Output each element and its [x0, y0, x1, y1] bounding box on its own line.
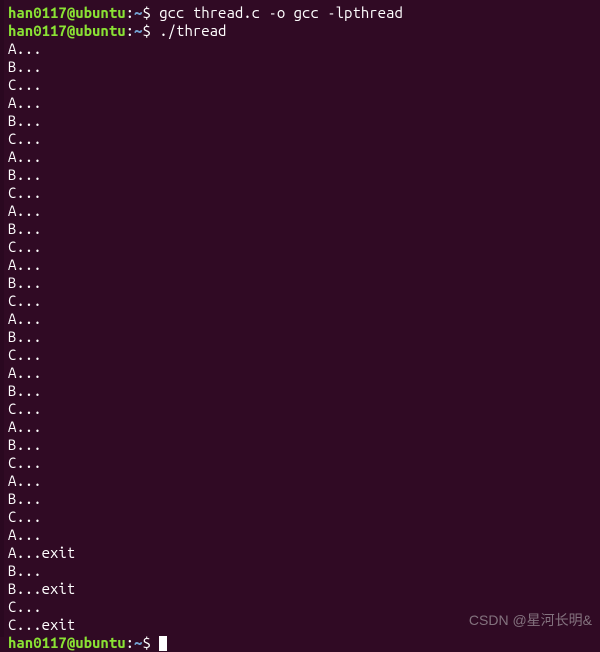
output-line: C...	[8, 454, 592, 472]
output-line: A...	[8, 526, 592, 544]
output-line: C...	[8, 130, 592, 148]
prompt-user: han0117	[8, 22, 67, 39]
output-line: B...exit	[8, 580, 592, 598]
output-line: A...	[8, 310, 592, 328]
terminal-output-area[interactable]: han0117@ubuntu:~$ gcc thread.c -o gcc -l…	[8, 4, 592, 652]
output-line: B...	[8, 562, 592, 580]
output-line: A...	[8, 418, 592, 436]
output-line: C...	[8, 238, 592, 256]
output-line: A...exit	[8, 544, 592, 562]
command-text: gcc thread.c -o gcc -lpthread	[159, 4, 403, 21]
output-line: B...	[8, 58, 592, 76]
output-line: B...	[8, 382, 592, 400]
output-line: C...	[8, 292, 592, 310]
output-line: B...	[8, 112, 592, 130]
output-line: C...	[8, 184, 592, 202]
prompt-dollar: $	[142, 22, 159, 39]
output-line: B...	[8, 274, 592, 292]
prompt-user: han0117	[8, 4, 67, 21]
output-line: B...	[8, 220, 592, 238]
command-text: ./thread	[159, 22, 226, 39]
prompt-host: ubuntu	[75, 4, 125, 21]
output-line: C...	[8, 508, 592, 526]
output-line: C...	[8, 400, 592, 418]
prompt-at: @	[67, 22, 75, 39]
cursor-icon	[159, 636, 167, 651]
output-line: A...	[8, 40, 592, 58]
window-border	[0, 0, 4, 637]
prompt-colon: :	[126, 4, 134, 21]
output-line: A...	[8, 148, 592, 166]
output-line: A...	[8, 364, 592, 382]
output-line: A...	[8, 472, 592, 490]
output-line: B...	[8, 328, 592, 346]
output-line: B...	[8, 490, 592, 508]
command-line: han0117@ubuntu:~$ gcc thread.c -o gcc -l…	[8, 4, 592, 22]
output-line: A...	[8, 256, 592, 274]
output-line: A...	[8, 202, 592, 220]
prompt-colon: :	[126, 22, 134, 39]
output-line: B...	[8, 166, 592, 184]
output-line: A...	[8, 94, 592, 112]
output-line: C...	[8, 598, 592, 616]
output-line: B...	[8, 436, 592, 454]
prompt-host: ubuntu	[75, 22, 125, 39]
prompt-dollar: $	[142, 4, 159, 21]
output-line: C...	[8, 346, 592, 364]
output-line: C...exit	[8, 616, 592, 634]
output-line: C...	[8, 76, 592, 94]
command-line: han0117@ubuntu:~$ ./thread	[8, 22, 592, 40]
prompt-at: @	[67, 4, 75, 21]
